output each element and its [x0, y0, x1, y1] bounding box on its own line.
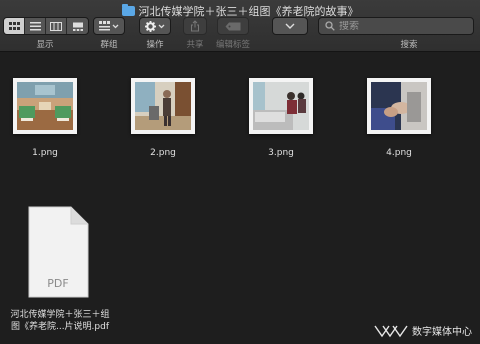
- action-button[interactable]: [139, 17, 171, 35]
- care-room-photo: [253, 82, 309, 130]
- chevron-down-icon: [285, 23, 295, 29]
- image-thumbnail: [367, 78, 431, 134]
- edit-tags-label: 编辑标签: [215, 40, 251, 50]
- icon-view-button[interactable]: [4, 18, 25, 34]
- columns-icon: [50, 21, 62, 31]
- group-icon: [99, 21, 119, 31]
- share-icon: [191, 20, 199, 32]
- path-dropdown-button[interactable]: [272, 17, 308, 35]
- list-view-button[interactable]: [25, 18, 46, 34]
- hands-closeup-photo: [371, 82, 427, 130]
- share-button[interactable]: [183, 17, 207, 35]
- pdf-badge: PDF: [47, 277, 69, 290]
- search-input[interactable]: [339, 20, 469, 32]
- list-icon: [29, 21, 41, 30]
- grid-icon: [8, 21, 20, 30]
- file-item[interactable]: 3.png: [249, 78, 313, 158]
- pdf-file-name-line-2: 图《养老院...片说明.pdf: [10, 322, 110, 332]
- file-name: 3.png: [268, 148, 294, 158]
- file-name: 2.png: [150, 148, 176, 158]
- view-mode-control: [3, 17, 89, 35]
- watermark: 数字媒体中心: [374, 323, 472, 338]
- column-view-button[interactable]: [46, 18, 67, 34]
- elderly-walking-photo: [135, 82, 191, 130]
- group-label: 群组: [100, 40, 118, 50]
- gallery-view-button[interactable]: [67, 18, 88, 34]
- image-thumbnail: [131, 78, 195, 134]
- finder-toolbar: 河北传媒学院＋张三＋组图《养老院的故事》 显示 群组 操作 共享 编辑标签 搜索…: [0, 0, 480, 52]
- edit-tags-button[interactable]: [217, 17, 249, 35]
- file-name: 1.png: [32, 148, 58, 158]
- tag-icon: [225, 22, 241, 30]
- file-item[interactable]: 4.png: [367, 78, 431, 158]
- group-button[interactable]: [93, 17, 125, 35]
- media-center-logo-icon: [374, 325, 408, 337]
- view-label: 显示: [36, 40, 54, 50]
- file-item[interactable]: 1.png: [13, 78, 77, 158]
- file-item[interactable]: 2.png: [131, 78, 195, 158]
- search-label: 搜索: [400, 40, 418, 50]
- folder-icon: [121, 4, 135, 16]
- image-thumbnail: [13, 78, 77, 134]
- pdf-file-name-line-1: 河北传媒学院＋张三＋组: [10, 310, 110, 320]
- pdf-file-name: 河北传媒学院＋张三＋组 图《养老院...片说明.pdf: [4, 309, 116, 333]
- gallery-icon: [72, 22, 83, 31]
- file-name: 4.png: [386, 148, 412, 158]
- action-label: 操作: [146, 40, 164, 50]
- pdf-file-item[interactable]: PDF: [27, 206, 89, 298]
- image-thumbnail: [249, 78, 313, 134]
- file-browser-area: 1.png 2.png 3.png 4.png PDF 河北传媒学院＋张三＋组 …: [0, 53, 480, 344]
- search-field[interactable]: [318, 17, 474, 35]
- share-label: 共享: [186, 40, 204, 50]
- search-icon: [325, 21, 335, 31]
- gear-icon: [145, 20, 165, 32]
- nursery-room-photo: [17, 82, 73, 130]
- watermark-text: 数字媒体中心: [412, 327, 472, 338]
